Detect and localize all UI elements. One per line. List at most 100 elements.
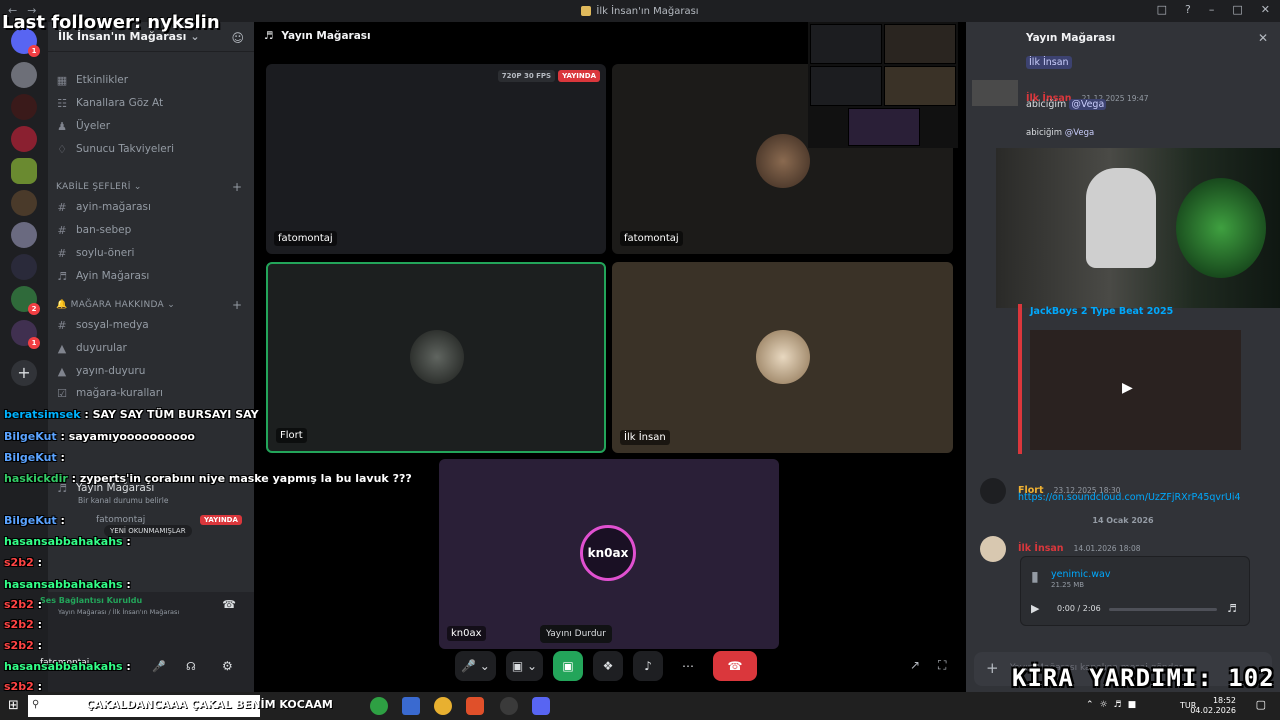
preview-thumb[interactable] <box>810 66 882 106</box>
channel-item[interactable]: ♬ Ayin Mağarası <box>54 266 246 286</box>
participant-tile[interactable]: İlk İnsan <box>612 262 953 453</box>
message-author[interactable]: İlk İnsan <box>1018 543 1064 554</box>
server-icon[interactable]: 1 <box>11 320 40 349</box>
avatar[interactable] <box>980 536 1006 562</box>
preview-thumb[interactable] <box>884 24 956 64</box>
menu-label: Üyeler <box>76 120 111 132</box>
server-icon[interactable] <box>11 62 37 88</box>
soundboard-button[interactable]: ♪ <box>633 651 664 681</box>
stream-chat-message: s2b2 : <box>4 618 42 631</box>
windows-start-icon[interactable]: ⊞ <box>8 698 19 713</box>
connection-status[interactable]: Ses Bağlantısı Kuruldu <box>40 596 142 605</box>
preview-thumb[interactable] <box>810 24 882 64</box>
add-attachment-icon[interactable]: + <box>986 659 999 677</box>
server-icon[interactable] <box>11 158 37 184</box>
channel-name: mağara-kuralları <box>76 387 163 399</box>
channel-item[interactable]: ▲ yayın-duyuru <box>54 361 246 381</box>
discord-icon[interactable] <box>532 697 550 715</box>
spotify-icon[interactable] <box>370 697 388 715</box>
stream-tile[interactable]: 720P 30 FPS YAYINDA fatomontaj <box>266 64 606 254</box>
tray-icons[interactable]: ⌃☼♬■ <box>1086 700 1142 710</box>
server-icon[interactable] <box>11 190 37 216</box>
play-icon[interactable]: ▶ <box>1031 602 1039 615</box>
voice-member-name[interactable]: fatomontaj <box>96 515 145 525</box>
channel-item[interactable]: # ayin-mağarası <box>54 197 246 217</box>
preview-thumb[interactable] <box>848 108 920 146</box>
disconnect-icon[interactable]: ☎ <box>222 598 236 611</box>
voice-status[interactable]: Bir kanal durumu belirle <box>78 496 168 505</box>
channel-item[interactable]: # ban-sebep <box>54 220 246 240</box>
notifications-icon[interactable]: ▢ <box>1256 698 1266 711</box>
menu-item-members[interactable]: ♟ Üyeler <box>54 116 246 136</box>
megaphone-icon: ▲ <box>57 341 67 355</box>
help-icon[interactable]: ? <box>1185 3 1191 16</box>
participant-tile-speaking[interactable]: Flort <box>266 262 606 453</box>
server-icon[interactable] <box>11 254 37 280</box>
message-attachment[interactable] <box>972 80 1018 106</box>
leave-call-button[interactable]: ☎ <box>713 651 758 681</box>
server-icon[interactable] <box>11 126 37 152</box>
inbox-icon[interactable]: □ <box>1157 3 1167 16</box>
calculator-icon[interactable] <box>402 697 420 715</box>
server-icon[interactable]: 2 <box>11 286 40 315</box>
more-button[interactable]: ⋯ <box>673 651 703 681</box>
maximize-button[interactable]: □ <box>1232 3 1242 16</box>
preview-thumb[interactable] <box>884 66 956 106</box>
mention[interactable]: İlk İnsan <box>1026 56 1072 69</box>
category-header[interactable]: 🔔 MAĞARA HAKKINDA ⌄ <box>56 300 175 310</box>
microphone-button[interactable]: 🎤 ⌄ <box>455 651 496 681</box>
clock[interactable]: 18:52 04.02.2026 <box>1190 696 1236 716</box>
category-header[interactable]: KABİLE ŞEFLERİ ⌄ <box>56 182 142 192</box>
add-channel-icon[interactable]: + <box>232 180 242 194</box>
popout-icon[interactable]: ↗ <box>910 658 920 672</box>
headphones-icon[interactable]: ☊ <box>186 660 196 673</box>
menu-item-boosts[interactable]: ♢ Sunucu Takviyeleri <box>54 139 246 159</box>
channel-item[interactable]: # sosyal-medya <box>54 315 246 335</box>
activities-button[interactable]: ❖ <box>593 651 624 681</box>
embed-title[interactable]: JackBoys 2 Type Beat 2025 <box>1030 306 1173 317</box>
menu-item-events[interactable]: ▦ Etkinlikler <box>54 70 246 90</box>
invite-icon[interactable]: ☺ <box>231 31 244 45</box>
chat-separator: : <box>122 660 131 673</box>
stream-chat-message: BilgeKut : sayamıyoooooooooo <box>4 430 195 443</box>
brave-icon[interactable] <box>466 697 484 715</box>
obs-icon[interactable] <box>500 697 518 715</box>
mention[interactable]: @Vega <box>1069 99 1107 110</box>
mention[interactable]: @Vega <box>1065 128 1095 138</box>
camera-off-button[interactable]: ▣ ⌄ <box>505 651 544 681</box>
tile-name: İlk İnsan <box>620 430 670 445</box>
stop-stream-button[interactable]: ▣ <box>553 651 584 681</box>
microphone-icon[interactable]: 🎤 <box>152 660 166 673</box>
fullscreen-icon[interactable]: ⛶ <box>938 658 946 673</box>
audio-progress[interactable] <box>1109 608 1217 611</box>
participant-tile[interactable]: kn0ax kn0ax <box>439 459 779 649</box>
add-channel-icon[interactable]: + <box>232 298 242 312</box>
message-link[interactable]: https://on.soundcloud.com/UzZFjRXrP45qvr… <box>1018 492 1240 503</box>
avatar[interactable] <box>980 478 1006 504</box>
play-icon[interactable]: ▶ <box>1122 380 1133 396</box>
speaker-icon: ♬ <box>57 269 67 283</box>
chat-separator: : <box>67 472 80 485</box>
close-icon[interactable]: ✕ <box>1258 31 1268 45</box>
server-icon[interactable] <box>11 222 37 248</box>
menu-item-browse[interactable]: ☷ Kanallara Göz At <box>54 93 246 113</box>
boost-icon: ♢ <box>57 142 67 156</box>
chrome-icon[interactable] <box>434 697 452 715</box>
goal-label: KİRA YARDIMI: <box>1012 664 1213 692</box>
chat-separator: : <box>56 514 65 527</box>
minimize-button[interactable]: – <box>1209 3 1215 16</box>
volume-icon[interactable]: ♬ <box>1227 602 1237 615</box>
channel-item[interactable]: ☑ mağara-kuralları <box>54 383 246 403</box>
person-image <box>1086 168 1156 268</box>
hash-icon: # <box>57 246 67 260</box>
add-server-icon[interactable]: + <box>11 360 37 386</box>
file-name[interactable]: yenimic.wav <box>1051 569 1110 580</box>
chat-separator: : <box>122 578 131 591</box>
server-icon[interactable] <box>11 94 37 120</box>
channel-item[interactable]: # soylu-öneri <box>54 243 246 263</box>
channel-item[interactable]: ▲ duyurular <box>54 338 246 358</box>
embed-video[interactable]: ▶ <box>1030 330 1241 450</box>
settings-gear-icon[interactable]: ⚙ <box>222 659 233 673</box>
channel-name: ban-sebep <box>76 224 132 236</box>
close-window-button[interactable]: ✕ <box>1261 3 1270 16</box>
